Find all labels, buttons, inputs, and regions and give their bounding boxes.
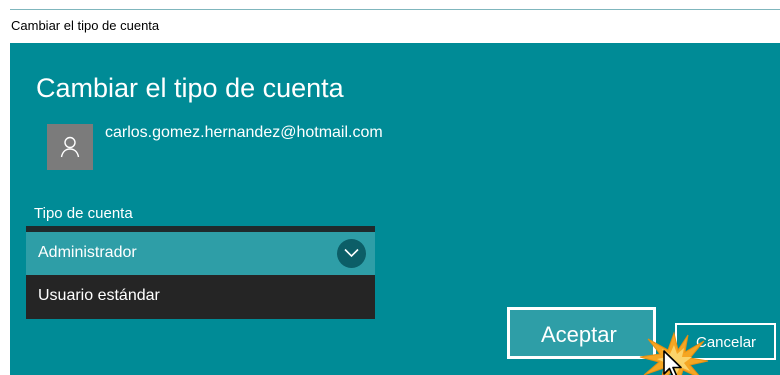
account-avatar xyxy=(47,124,93,170)
option-usuario-estandar[interactable]: Usuario estándar xyxy=(26,275,375,319)
option-administrador-label: Administrador xyxy=(38,244,137,261)
window-title: Cambiar el tipo de cuenta xyxy=(11,18,160,33)
mouse-cursor-icon xyxy=(663,350,682,375)
option-administrador[interactable]: Administrador xyxy=(26,232,375,275)
option-usuario-estandar-label: Usuario estándar xyxy=(38,287,160,304)
chevron-down-icon xyxy=(344,248,359,258)
screenshot-root: Cambiar el tipo de cuenta Cambiar el tip… xyxy=(0,0,780,375)
change-account-type-dialog: Cambiar el tipo de cuenta carlos.gomez.h… xyxy=(10,43,780,375)
accept-button[interactable]: Aceptar xyxy=(507,307,656,359)
dialog-heading: Cambiar el tipo de cuenta xyxy=(36,73,344,103)
account-type-label: Tipo de cuenta xyxy=(34,205,133,222)
dropdown-toggle[interactable] xyxy=(337,239,366,268)
accept-button-label: Aceptar xyxy=(541,322,617,347)
account-email: carlos.gomez.hernandez@hotmail.com xyxy=(105,124,383,141)
person-icon xyxy=(60,136,80,158)
